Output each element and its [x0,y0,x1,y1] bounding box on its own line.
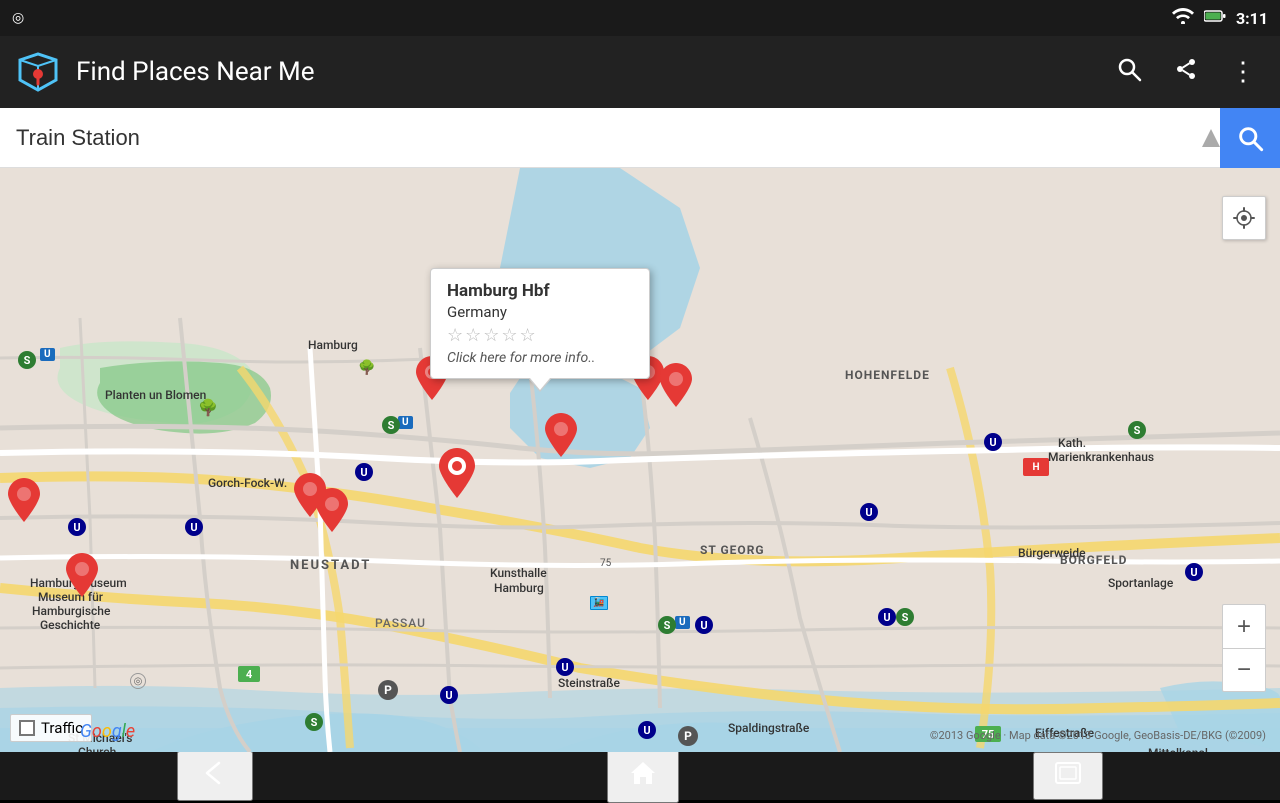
my-location-button[interactable] [1222,196,1266,240]
sbahn-icon-4: S [896,608,914,626]
overflow-menu-icon[interactable]: ⋮ [1222,49,1264,95]
popup-stars: ☆☆☆☆☆ [447,325,633,346]
parking-icon-1: P [378,680,398,700]
map-attribution: ©2013 Google · Map data ©2013 Google, Ge… [930,729,1266,742]
wifi-icon [1172,8,1194,28]
building-icon-1: ◎ [130,673,146,689]
sbahn-icon-6: S [305,713,323,731]
search-bar: Train Station [0,108,1280,168]
nav-home-button[interactable] [607,749,679,803]
map-pin-4[interactable] [545,413,577,461]
transit-box-2: U [398,416,413,429]
road-badge-4: 4 [238,666,260,682]
traffic-label: Traffic [41,719,83,737]
map-pin-3-active[interactable] [439,448,475,502]
zoom-controls: + − [1222,604,1266,692]
hbf-badge: 🚂 [590,596,608,610]
tree-icon-2: 🌳 [358,360,375,376]
search-input[interactable]: Train Station [16,125,1220,151]
ubahn-icon-10: U [878,608,896,626]
zoom-out-button[interactable]: − [1222,648,1266,692]
share-action-icon[interactable] [1166,49,1206,96]
ubahn-icon-6: U [638,721,656,739]
ubahn-icon-3: U [355,463,373,481]
popup-link[interactable]: Click here for more info.. [447,350,633,366]
sbahn-icon-5: S [1128,421,1146,439]
map-popup[interactable]: Hamburg Hbf Germany ☆☆☆☆☆ Click here for… [430,268,650,379]
google-logo: Google [80,721,135,742]
hospital-icon: H [1023,458,1049,476]
map-pin-6[interactable] [660,363,692,411]
app-title: Find Places Near Me [76,57,1092,87]
parking-icon-2: P [678,726,698,746]
popup-title: Hamburg Hbf [447,281,633,301]
nav-recents-button[interactable] [1033,752,1103,800]
search-button[interactable] [1220,108,1280,168]
ubahn-icon-11: U [1185,563,1203,581]
map-svg [0,168,1280,752]
app-logo [16,50,60,94]
nav-back-button[interactable] [177,751,253,801]
popup-country: Germany [447,303,633,321]
status-bar: ◎ 3:11 [0,0,1280,36]
ubahn-icon-2: U [185,518,203,536]
map-pin-9[interactable] [66,553,98,601]
map-pin-8[interactable] [8,478,40,526]
map-container[interactable]: Planten un Blomen Hamburgmuseum Museum f… [0,168,1280,752]
sbahn-icon-3: S [658,616,676,634]
nav-bar [0,752,1280,800]
ubahn-icon-5: U [556,658,574,676]
transit-box-3: U [675,616,690,629]
ubahn-icon-4: U [440,686,458,704]
sbahn-icon-1: S [18,351,36,369]
zoom-in-button[interactable]: + [1222,604,1266,648]
ubahn-icon-9: U [860,503,878,521]
ubahn-icon-8: U [984,433,1002,451]
map-pin-7[interactable] [294,473,326,521]
transit-box-1: U [40,348,55,361]
sbahn-icon-2: S [382,416,400,434]
hbf-label: 75 [600,558,611,569]
tree-icon-1: 🌳 [198,398,218,417]
search-action-icon[interactable] [1108,48,1150,97]
traffic-checkbox[interactable] [19,720,35,736]
location-icon: ◎ [12,10,24,26]
status-time: 3:11 [1236,9,1268,28]
ubahn-icon-7: U [695,616,713,634]
battery-icon [1204,9,1226,27]
app-bar: Find Places Near Me ⋮ [0,36,1280,108]
ubahn-icon-1: U [68,518,86,536]
